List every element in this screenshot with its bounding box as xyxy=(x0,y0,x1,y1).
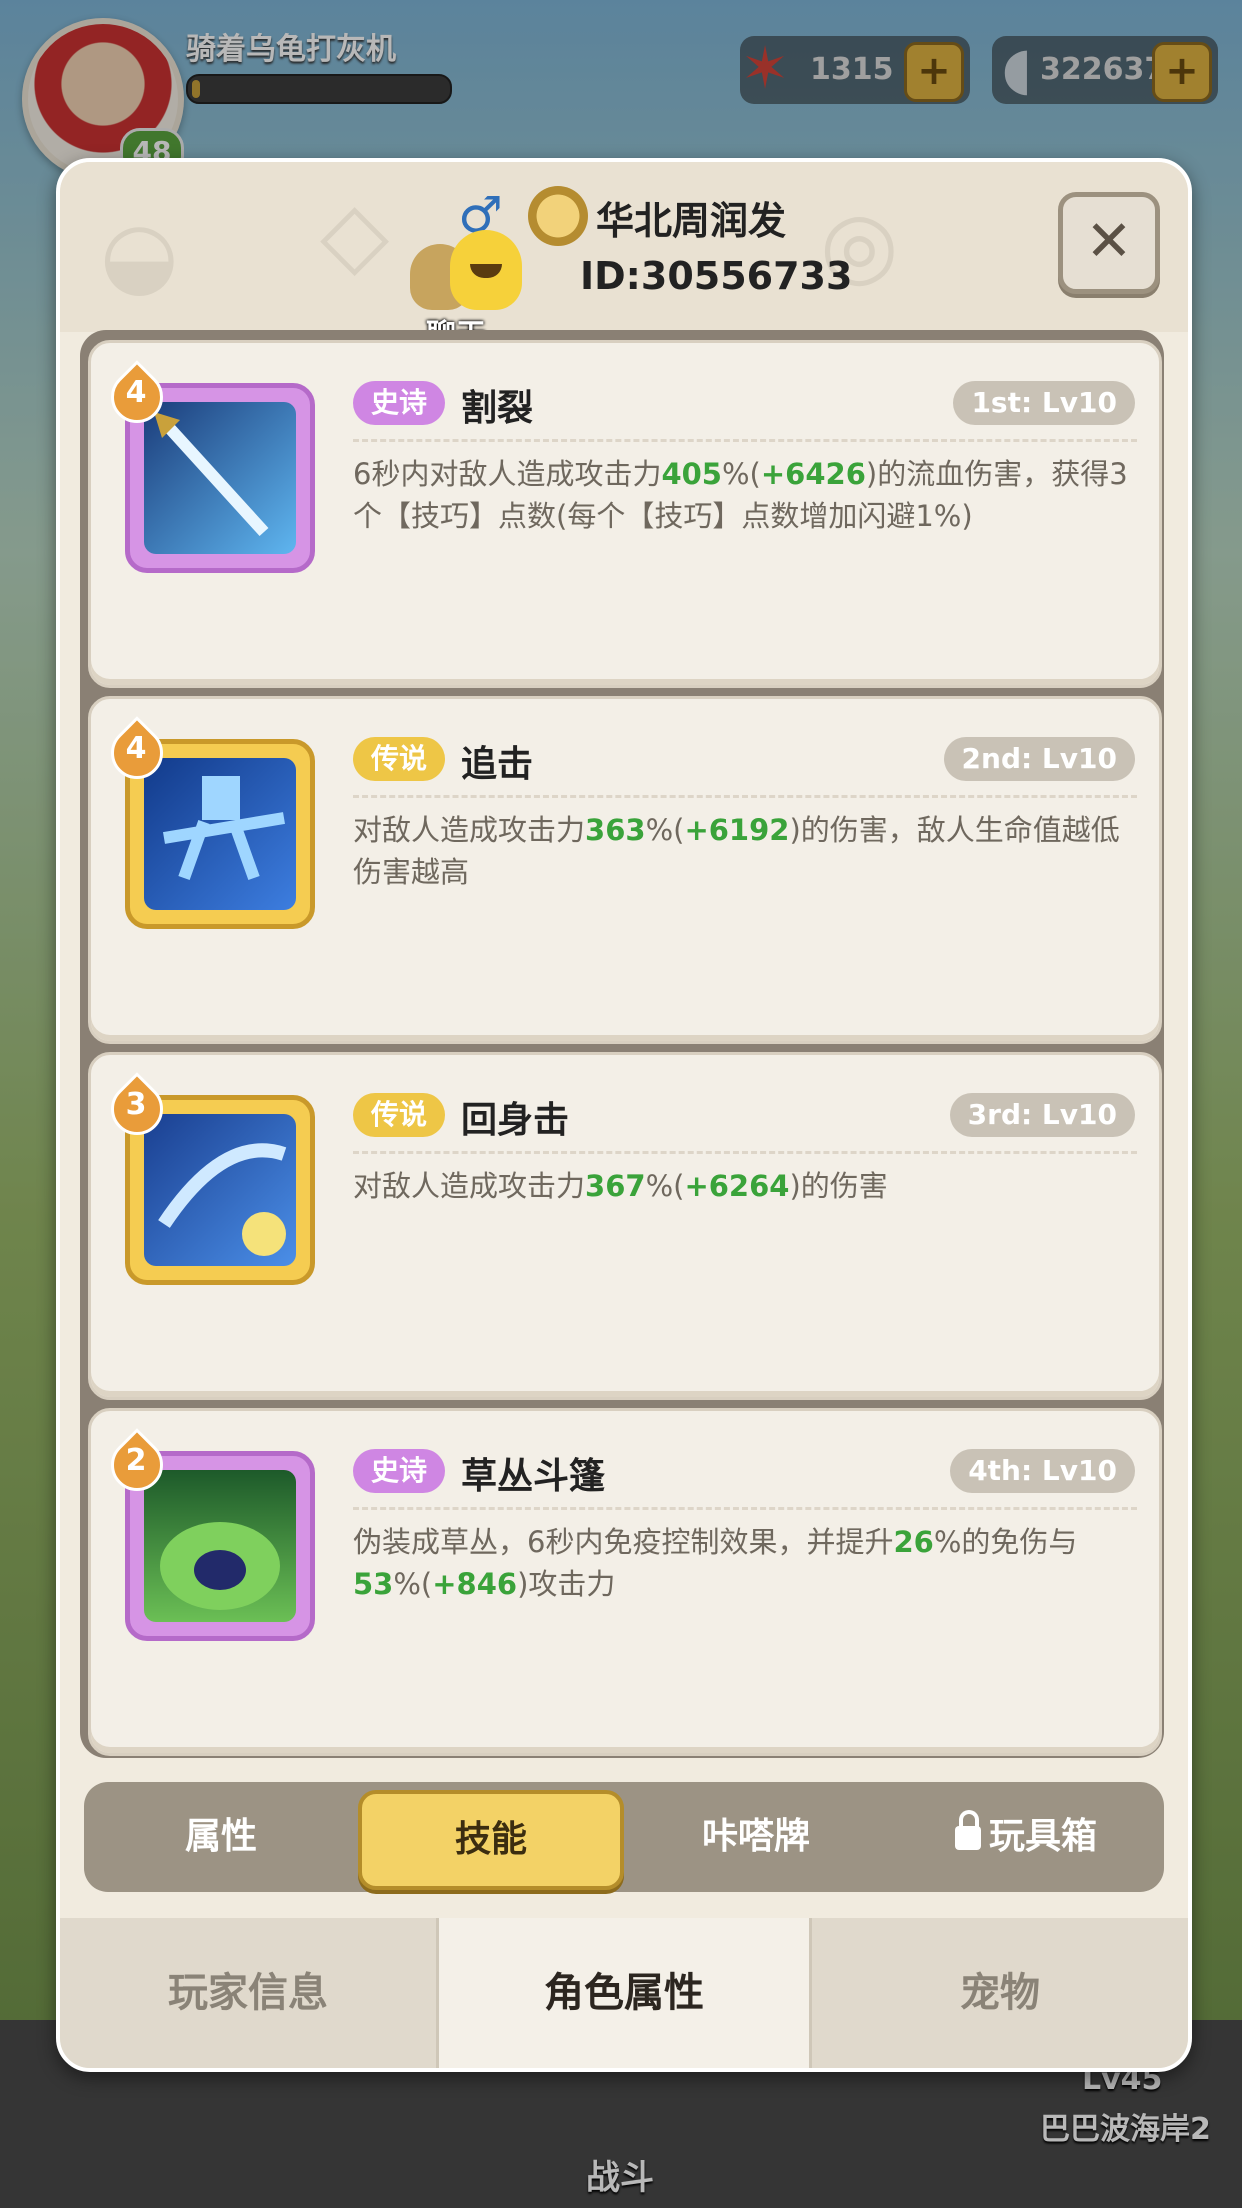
slash-icon xyxy=(158,1143,287,1256)
pursuit-skill-icon xyxy=(144,758,296,910)
tab-toybox-label: 玩具箱 xyxy=(988,1816,1097,1857)
divider xyxy=(353,795,1137,798)
skill-card[interactable]: 4 传说 追击 2nd: Lv10 对敌人造成攻击力363%(+6192)的伤害… xyxy=(88,696,1162,1044)
divider xyxy=(353,1151,1137,1154)
bottom-tab-bar: 玩家信息 角色属性 宠物 xyxy=(60,1918,1188,2068)
decor-shape: ◒ xyxy=(100,202,179,307)
bush-cloak-skill-icon xyxy=(144,1470,296,1622)
lock-icon xyxy=(954,1810,981,1850)
modal-header: ◒ ◇ ◎ ♂ 华北周润发 ID:30556733 聊天 ✕ xyxy=(60,162,1188,353)
decor-shape: ◇ xyxy=(320,182,390,287)
skill-slot-level: 4th: Lv10 xyxy=(950,1449,1135,1493)
tab-character-attributes[interactable]: 角色属性 xyxy=(436,1918,812,2068)
profile-id: ID:30556733 xyxy=(580,254,853,298)
rank-badge-icon xyxy=(528,186,588,246)
running-figure-icon xyxy=(163,776,285,881)
skill-card[interactable]: 3 传说 回身击 3rd: Lv10 对敌人造成攻击力367%(+6264)的伤… xyxy=(88,1052,1162,1400)
skill-card[interactable]: 2 史诗 草丛斗篷 4th: Lv10 伪装成草丛，6秒内免疫控制效果，并提升2… xyxy=(88,1408,1162,1756)
skill-name: 回身击 xyxy=(461,1100,570,1141)
skill-level-badge: 4 xyxy=(100,360,174,434)
bush-icon xyxy=(160,1522,280,1610)
skill-description: 对敌人造成攻击力363%(+6192)的伤害，敌人生命值越低伤害越高 xyxy=(353,813,1120,889)
skill-slot-level: 2nd: Lv10 xyxy=(943,737,1135,781)
close-icon: ✕ xyxy=(1085,209,1133,274)
tab-pets[interactable]: 宠物 xyxy=(812,1918,1188,2068)
skill-description: 6秒内对敌人造成攻击力405%(+6426)的流血伤害，获得3个【技巧】点数(每… xyxy=(353,457,1128,533)
dagger-skill-icon xyxy=(144,402,296,554)
spin-strike-skill-icon xyxy=(144,1114,296,1266)
skill-description: 对敌人造成攻击力367%(+6264)的伤害 xyxy=(353,1169,888,1203)
tab-player-info[interactable]: 玩家信息 xyxy=(60,1918,436,2068)
tab-attributes[interactable]: 属性 xyxy=(84,1782,358,1892)
rarity-tag: 史诗 xyxy=(353,1449,446,1493)
skill-slot-level: 3rd: Lv10 xyxy=(949,1093,1135,1137)
close-button[interactable]: ✕ xyxy=(1058,192,1160,294)
tab-cards[interactable]: 咔嗒牌 xyxy=(624,1782,888,1892)
player-profile-modal: ◒ ◇ ◎ ♂ 华北周润发 ID:30556733 聊天 ✕ 4 史诗 割裂 1… xyxy=(56,158,1192,2072)
rarity-tag: 史诗 xyxy=(353,381,446,425)
skill-level-badge: 4 xyxy=(100,716,174,790)
tab-skills[interactable]: 技能 xyxy=(358,1790,624,1890)
skill-list: 4 史诗 割裂 1st: Lv10 6秒内对敌人造成攻击力405%(+6426)… xyxy=(80,330,1164,1758)
skill-card[interactable]: 4 史诗 割裂 1st: Lv10 6秒内对敌人造成攻击力405%(+6426)… xyxy=(88,340,1162,688)
skill-level-badge: 3 xyxy=(100,1072,174,1146)
skill-slot-level: 1st: Lv10 xyxy=(953,381,1135,425)
divider xyxy=(353,439,1137,442)
skill-name: 割裂 xyxy=(461,388,534,429)
skill-name: 追击 xyxy=(461,744,534,785)
divider xyxy=(353,1507,1137,1510)
rarity-tag: 传说 xyxy=(353,737,446,781)
rarity-tag: 传说 xyxy=(353,1093,446,1137)
tab-toybox[interactable]: 玩具箱 xyxy=(888,1782,1164,1892)
skill-name: 草丛斗篷 xyxy=(461,1456,606,1497)
profile-name: 华北周润发 xyxy=(596,199,787,243)
chat-smiley-icon xyxy=(450,230,522,310)
skill-description: 伪装成草丛，6秒内免疫控制效果，并提升26%的免伤与53%(+846)攻击力 xyxy=(353,1525,1078,1601)
skill-level-badge: 2 xyxy=(100,1428,174,1502)
dagger-icon xyxy=(154,412,269,537)
sub-tab-bar: 属性 技能 咔嗒牌 玩具箱 xyxy=(84,1782,1164,1892)
